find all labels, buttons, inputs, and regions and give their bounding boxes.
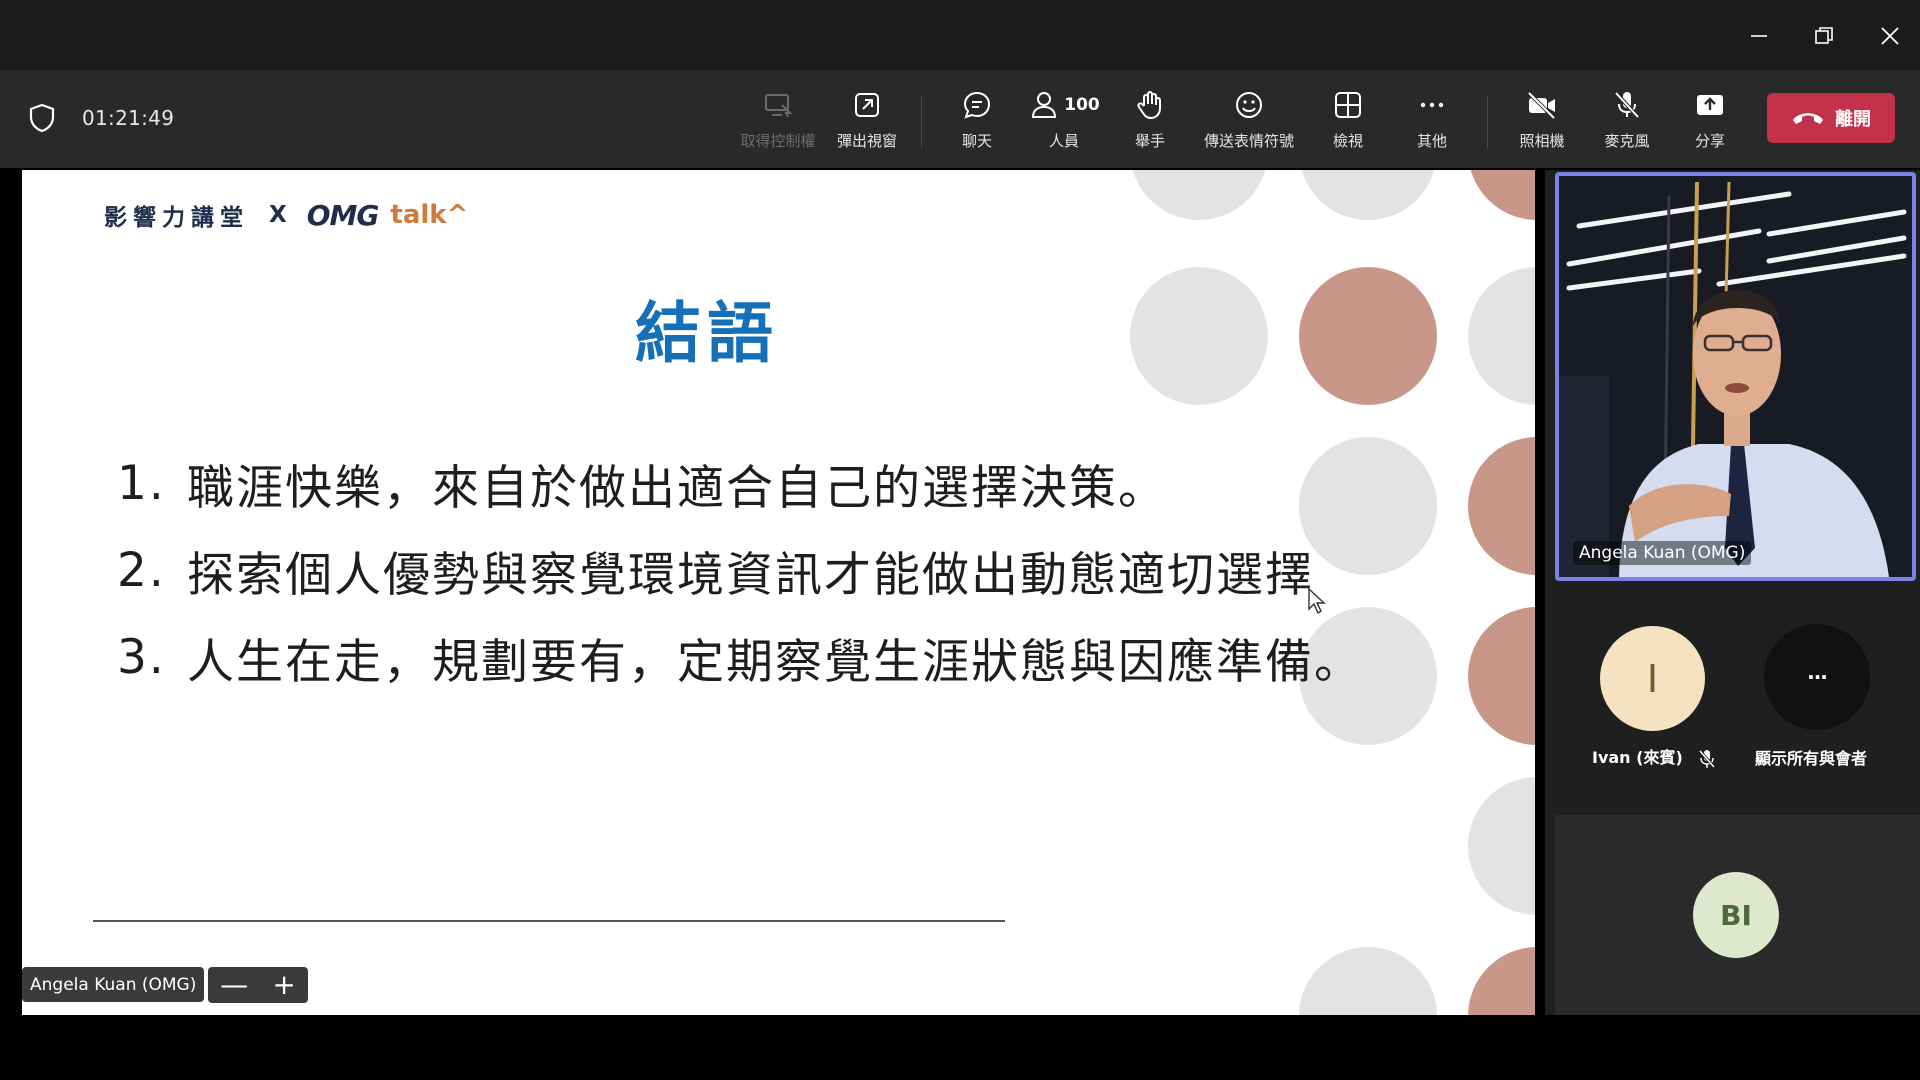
restore-button[interactable] [1800, 12, 1848, 60]
brand-talk: talk^ [390, 200, 469, 230]
zoom-in-button[interactable]: + [272, 971, 295, 999]
more-icon: ··· [1807, 665, 1828, 689]
more-button[interactable]: 其他 [1414, 84, 1450, 160]
decor-circle [1468, 777, 1535, 915]
decor-circle [1130, 170, 1268, 220]
people-label: 人員 [1048, 132, 1079, 150]
slide-divider [93, 920, 1005, 922]
hand-icon [1137, 91, 1161, 120]
decor-circle [1468, 267, 1535, 405]
close-icon [1881, 27, 1899, 45]
participant-tile-bi[interactable]: BI [1555, 815, 1920, 1015]
screen-control-icon [765, 94, 793, 118]
camera-off-icon [1527, 91, 1556, 120]
bullet-text: 職涯快樂，來自於做出適合自己的選擇決策。 [187, 461, 1167, 516]
share-label: 分享 [1694, 132, 1725, 150]
brand-x: X [269, 202, 287, 228]
camera-label: 照相機 [1519, 132, 1565, 150]
decor-circle [1468, 947, 1535, 1015]
chat-icon [963, 91, 991, 119]
take-control-button[interactable]: 取得控制權 [736, 84, 820, 160]
grid-view-icon [1335, 92, 1361, 118]
restore-icon [1815, 27, 1833, 44]
popout-label: 彈出視窗 [836, 132, 897, 150]
bullet-number: 3. [117, 630, 166, 685]
reactions-label: 傳送表情符號 [1203, 132, 1294, 150]
share-button[interactable]: 分享 [1692, 84, 1728, 160]
popout-icon [855, 93, 879, 117]
raise-hand-label: 舉手 [1134, 132, 1165, 150]
meeting-toolbar: 01:21:49 取得控制權 彈出視窗 聊天 100 人員 舉手 傳送表情符號 … [0, 70, 1920, 168]
more-icon [1420, 102, 1444, 108]
toolbar-divider [921, 96, 922, 148]
view-label: 檢視 [1332, 132, 1363, 150]
chat-label: 聊天 [961, 132, 992, 150]
show-all-participants-button[interactable]: ··· [1764, 624, 1870, 730]
shared-slide: 影響力講堂 X OMG talk^ 結語 1. 職涯快樂，來自於做出適合自己的選… [22, 170, 1535, 1015]
slide-bullet: 3. 人生在走，規劃要有，定期察覺生涯狀態與因應準備。 [117, 614, 1363, 701]
more-label: 其他 [1416, 132, 1447, 150]
raise-hand-button[interactable]: 舉手 [1130, 84, 1170, 160]
minimize-button[interactable] [1735, 12, 1783, 60]
hang-up-icon [1793, 113, 1823, 124]
zoom-controls: — + [208, 967, 308, 1003]
people-button[interactable]: 100 人員 [1028, 84, 1100, 160]
ivan-name: Ivan (來賓) [1592, 748, 1683, 767]
bottom-black-bar [0, 1020, 1920, 1080]
slide-bullet: 1. 職涯快樂，來自於做出適合自己的選擇決策。 [117, 440, 1363, 527]
mic-off-icon [1699, 749, 1716, 768]
bullet-text: 人生在走，規劃要有，定期察覺生涯狀態與因應準備。 [187, 635, 1363, 690]
smiley-icon [1236, 92, 1262, 118]
mic-label: 麥克風 [1604, 132, 1650, 150]
shield-icon[interactable] [28, 103, 56, 133]
slide-title: 結語 [635, 295, 779, 372]
meeting-timer: 01:21:49 [82, 106, 175, 130]
toolbar-divider [1487, 96, 1488, 148]
brand-omg-logo: OMG [306, 198, 380, 232]
chat-button[interactable]: 聊天 [954, 84, 1000, 160]
ivan-name-label: Ivan (來賓) [1592, 744, 1716, 769]
popout-button[interactable]: 彈出視窗 [832, 84, 902, 160]
mic-off-icon [1614, 91, 1640, 119]
speaker-video-feed [1559, 176, 1912, 577]
camera-button[interactable]: 照相機 [1516, 84, 1568, 160]
brand-chinese: 影響力講堂 [104, 204, 249, 231]
show-all-label: 顯示所有與會者 [1755, 749, 1868, 768]
bullet-number: 1. [117, 456, 166, 511]
close-button[interactable] [1866, 12, 1914, 60]
leave-button[interactable]: 離開 [1767, 93, 1895, 143]
ivan-initial: I [1646, 656, 1659, 701]
reactions-button[interactable]: 傳送表情符號 [1196, 84, 1302, 160]
slide-brand: 影響力講堂 X OMG talk^ [104, 198, 468, 232]
decor-circle [1299, 947, 1437, 1015]
mouse-cursor-icon [1308, 587, 1326, 615]
leave-label: 離開 [1835, 109, 1871, 130]
decor-circle [1299, 170, 1437, 220]
people-icon [1032, 92, 1057, 118]
window-title-bar [0, 0, 1920, 70]
decor-circle [1468, 607, 1535, 745]
presenter-name-tag: Angela Kuan (OMG) [22, 967, 205, 1002]
slide-bullet-list: 1. 職涯快樂，來自於做出適合自己的選擇決策。 2. 探索個人優勢與察覺環境資訊… [117, 440, 1363, 701]
ivan-avatar[interactable]: I [1600, 626, 1705, 731]
speaker-name-label: Angela Kuan (OMG) [1573, 541, 1752, 565]
bi-avatar: BI [1693, 872, 1779, 958]
people-count: 100 [1064, 95, 1100, 115]
decor-circle [1468, 437, 1535, 575]
bullet-text: 探索個人優勢與察覺環境資訊才能做出動態適切選擇 [187, 548, 1314, 603]
minimize-icon [1751, 35, 1767, 37]
zoom-out-button[interactable]: — [220, 971, 248, 999]
mic-button[interactable]: 麥克風 [1601, 84, 1653, 160]
bi-initials: BI [1720, 898, 1752, 932]
decor-circle [1468, 170, 1535, 220]
slide-bullet: 2. 探索個人優勢與察覺環境資訊才能做出動態適切選擇 [117, 527, 1363, 614]
speaker-video-tile[interactable]: Angela Kuan (OMG) [1555, 172, 1916, 581]
take-control-label: 取得控制權 [740, 132, 816, 150]
view-button[interactable]: 檢視 [1330, 84, 1366, 160]
bullet-number: 2. [117, 543, 166, 598]
share-icon [1697, 95, 1723, 115]
